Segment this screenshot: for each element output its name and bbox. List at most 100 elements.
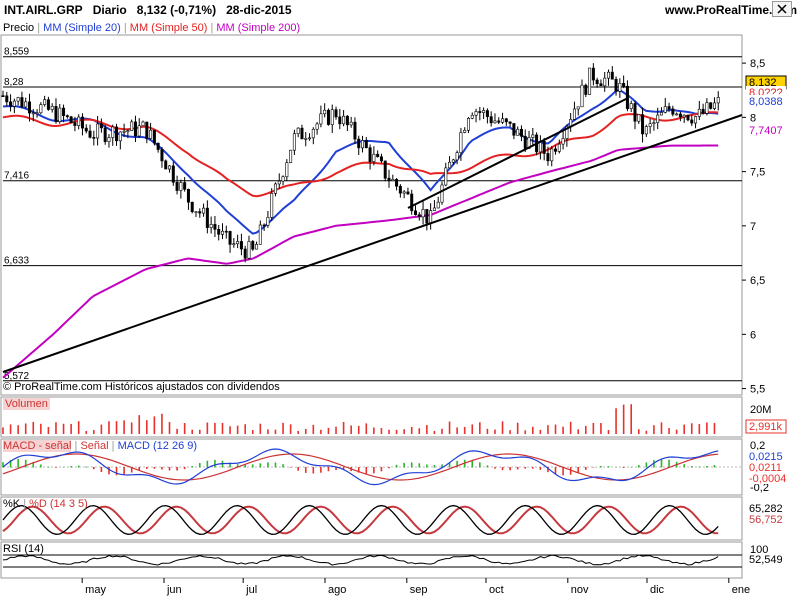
candle-body (436, 201, 440, 209)
chart-window: INT.AIRL.GRP Diario 8,132 (-0,71%) 28-di… (0, 0, 800, 600)
candle-body (641, 114, 645, 135)
volume-bar (524, 430, 527, 434)
volume-bar (516, 422, 519, 434)
candle-body (5, 95, 9, 103)
ma20-value-badge: 8,0388 (749, 96, 783, 108)
macd-histogram-bar (516, 467, 519, 470)
candle-body (697, 108, 701, 117)
candle-body (69, 116, 73, 124)
candle-body (663, 106, 667, 113)
candle-body (432, 207, 436, 211)
candle-body (88, 130, 92, 138)
candle-body (501, 118, 505, 123)
candle-body (130, 121, 134, 131)
level-label: 7,416 (4, 171, 29, 182)
volume-bar (168, 422, 171, 434)
candle-body (349, 121, 353, 126)
candle-body (406, 191, 410, 195)
candle-body (398, 185, 402, 194)
x-month-label: oct (489, 584, 504, 596)
volume-bar (463, 426, 466, 434)
level-label: 8,28 (4, 77, 24, 88)
macd-histogram-bar (668, 459, 670, 468)
volume-bar (584, 425, 587, 434)
candle-body (24, 101, 28, 108)
macd-histogram-bar (683, 464, 685, 468)
candle-body (334, 109, 338, 118)
y-tick-label: 6 (750, 329, 756, 341)
candle-body (595, 79, 599, 85)
volume-bar (683, 424, 685, 434)
candle-body (667, 106, 671, 110)
candle-body (451, 159, 455, 163)
macd-histogram-bar (267, 462, 269, 468)
candle-body (576, 106, 580, 110)
candle-body (77, 116, 81, 126)
candle-body (103, 127, 107, 142)
volume-bar (357, 425, 360, 434)
volume-bar (501, 421, 504, 434)
volume-bar (471, 424, 474, 434)
macd-histogram-bar (274, 462, 277, 468)
candle-body (705, 102, 709, 114)
candle-body (712, 102, 716, 109)
volume-bar (380, 428, 383, 434)
macd-histogram-bar (410, 462, 413, 468)
candle-body (156, 142, 160, 150)
macd-histogram-bar (637, 465, 640, 468)
macd-histogram-bar (85, 466, 88, 468)
macd-histogram-bar (176, 467, 178, 471)
ma200-value-badge: 7,7407 (749, 125, 783, 137)
price-chart-svg[interactable]: 8,5598,287,4166,6335,572 8,587,576,565,5… (0, 0, 800, 600)
macd-histogram-bar (251, 464, 254, 468)
macd-histogram-bar (471, 460, 474, 468)
macd-histogram-bar (108, 467, 110, 475)
macd-histogram-bar (486, 465, 489, 468)
macd-histogram-bar (592, 467, 595, 468)
candle-body (387, 177, 391, 182)
candle-body (285, 162, 289, 178)
price-legend: Precio | MM (Simple 20) | MM (Simple 50)… (3, 22, 301, 34)
candle-body (62, 107, 66, 116)
candle-body (35, 112, 39, 115)
macd-histogram-bar (622, 467, 625, 469)
macd-histogram-bar (191, 466, 194, 468)
macd-histogram-bar (607, 466, 610, 468)
candle-body (345, 115, 349, 126)
macd-histogram-bar (426, 464, 428, 468)
candle-body (1, 95, 5, 97)
volume-bar (138, 415, 141, 434)
candle-body (429, 210, 433, 224)
macd-histogram-bar (312, 467, 315, 474)
volume-bar (630, 404, 633, 434)
candle-body (96, 123, 100, 139)
macd-badge: -0,0004 (749, 473, 786, 485)
volume-bar (539, 429, 542, 434)
candle-body (247, 241, 251, 259)
rsi-pane-frame (0, 541, 743, 579)
candle-body (659, 112, 663, 116)
y-tick-label: 5,5 (750, 384, 765, 396)
macd-histogram-bar (40, 464, 42, 468)
candle-body (417, 214, 421, 218)
candle-body (391, 179, 395, 182)
volume-bar (304, 428, 307, 434)
volume-bar (191, 429, 194, 434)
volume-bar (123, 420, 125, 434)
volume-bar (479, 422, 481, 434)
candle-body (251, 241, 255, 250)
candle-body (402, 191, 406, 194)
volume-bar (62, 423, 65, 434)
precio-label: Precio (3, 22, 35, 34)
macd-histogram-bar (70, 465, 72, 468)
macd-histogram-bar (433, 465, 436, 468)
macd-label: MACD (12 26 9) (117, 440, 198, 452)
long-trendline (2, 114, 743, 373)
candle-body (300, 127, 304, 140)
candle-body (126, 130, 130, 132)
candle-body (273, 183, 277, 194)
volume-bar (93, 430, 95, 434)
macd-histogram-bar (123, 467, 125, 475)
candle-body (236, 241, 240, 245)
candle-body (171, 165, 175, 183)
